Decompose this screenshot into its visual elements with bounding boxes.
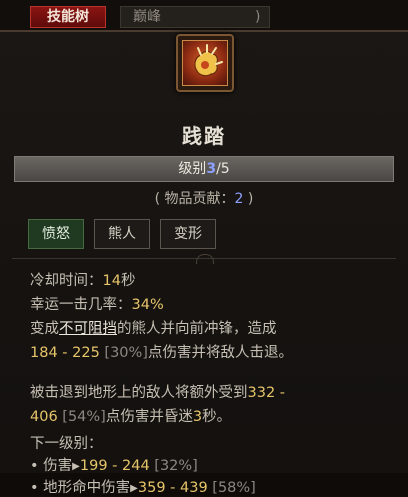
keyword-unstoppable[interactable]: 不可阻挡	[59, 321, 117, 337]
desc-text: 被击退到地形上的敌人将额外受到	[30, 385, 248, 401]
terrain-damage-percent: [54%]	[57, 409, 106, 425]
arrow-right-icon: ▶	[130, 483, 138, 494]
tab-paragon[interactable]: 巅峰 )	[120, 6, 270, 28]
tab-paragon-label: 巅峰	[133, 9, 161, 25]
tag-werebear: 熊人	[94, 219, 150, 249]
tab-bar: 技能树 巅峰 )	[0, 0, 408, 30]
desc-line-3: 被击退到地形上的敌人将额外受到332 -	[30, 381, 285, 402]
desc-text: 点伤害并将敌人击退。	[147, 345, 293, 361]
desc-line-4: 406 [54%]点伤害并昏迷3秒。	[30, 405, 231, 426]
arrow-right-icon: ▶	[72, 461, 80, 472]
contrib-suffix: )	[243, 191, 254, 207]
cooldown-unit: 秒	[120, 273, 136, 289]
bullet: •	[30, 458, 44, 474]
next-item-value: 199 - 244	[79, 458, 150, 474]
skill-icon-frame	[176, 34, 234, 92]
next-rank-item: • 地形命中伤害▶359 - 439 [58%]	[30, 476, 256, 497]
skill-title: 践踏	[182, 124, 226, 148]
terrain-damage-end: 406	[30, 409, 58, 425]
skill-tooltip: 践踏 级别3/5 ( 物品贡献：2 ) 愤怒 熊人 变形 冷却时间：14秒 幸运…	[0, 30, 408, 496]
rank-bar: 级别3/5	[14, 156, 394, 182]
tag-fury: 愤怒	[28, 219, 84, 249]
desc-line-1: 变成不可阻挡的熊人并向前冲锋，造成	[30, 317, 277, 338]
bullet: •	[30, 480, 44, 496]
lucky-label: 幸运一击几率：	[30, 297, 132, 313]
stat-cooldown: 冷却时间：14秒	[30, 269, 135, 290]
next-item-name: 伤害	[43, 458, 73, 474]
tab-skill-tree[interactable]: 技能树	[30, 6, 106, 28]
cooldown-value: 14	[102, 273, 121, 289]
next-item-percent: [58%]	[207, 480, 256, 496]
tab-paragon-suffix: )	[255, 9, 261, 25]
desc-text: 的熊人并向前冲锋，造成	[117, 321, 277, 337]
next-item-percent: [32%]	[149, 458, 198, 474]
tag-shapeshift: 变形	[160, 219, 216, 249]
terrain-damage-start: 332 -	[247, 385, 286, 401]
rank-max: /5	[216, 161, 230, 177]
next-rank-label: 下一级别：	[30, 436, 103, 452]
stun-duration: 3	[192, 409, 203, 425]
next-item-name: 地形命中伤害	[43, 480, 131, 496]
cooldown-label: 冷却时间：	[30, 273, 103, 289]
next-item-value: 359 - 439	[137, 480, 208, 496]
divider-ornament	[196, 254, 214, 264]
damage-range: 184 - 225	[30, 345, 100, 361]
bear-paw-icon-svg	[194, 44, 223, 77]
lucky-value: 34%	[131, 297, 164, 313]
item-contribution: ( 物品贡献：2 )	[0, 188, 408, 208]
damage-percent: [30%]	[99, 345, 148, 361]
desc-line-2: 184 - 225 [30%]点伤害并将敌人击退。	[30, 341, 293, 362]
rank-current: 3	[206, 161, 217, 177]
stat-lucky-hit: 幸运一击几率：34%	[30, 293, 164, 314]
desc-text: 点伤害并昏迷	[105, 409, 193, 425]
desc-text: 变成	[30, 321, 59, 337]
bear-paw-icon	[182, 40, 228, 86]
contrib-prefix: ( 物品贡献：	[154, 191, 235, 207]
desc-text: 秒。	[202, 409, 232, 425]
next-rank-item: • 伤害▶199 - 244 [32%]	[30, 454, 198, 475]
rank-label: 级别	[178, 161, 207, 177]
